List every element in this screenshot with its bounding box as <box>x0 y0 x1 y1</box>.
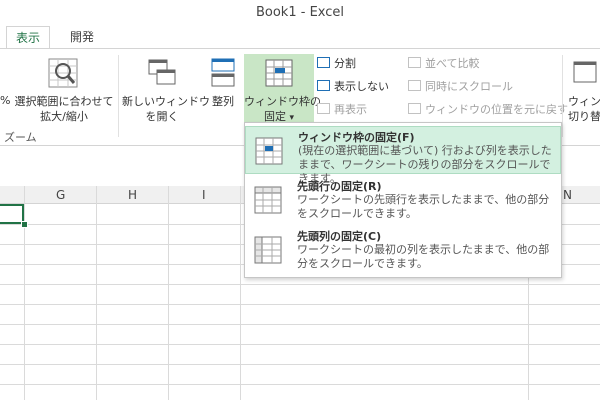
ribbon-separator <box>562 55 563 137</box>
row-divider <box>0 384 600 385</box>
row-divider <box>0 324 600 325</box>
ribbon-separator <box>118 55 119 137</box>
sync-scroll-icon <box>408 80 421 91</box>
column-divider <box>240 186 241 400</box>
row-divider <box>0 364 600 365</box>
ribbon-tabs: 表示 開発 <box>0 26 600 49</box>
freeze-panes-label-1: ウィンドウ枠の <box>244 95 321 108</box>
view-side-by-side-button[interactable]: 並べて比較 <box>408 55 480 73</box>
column-divider <box>96 186 97 400</box>
side-by-side-icon <box>408 57 421 68</box>
hide-label: 表示しない <box>334 80 389 93</box>
freeze-first-column-option-title: 先頭列の固定(C) <box>297 230 382 243</box>
reset-window-position-button[interactable]: ウィンドウの位置を元に戻す <box>408 101 568 119</box>
column-divider <box>24 186 25 400</box>
zoom-group-label: ズーム <box>4 131 37 144</box>
zoom-to-selection-label-1: 選択範囲に合わせて <box>14 95 114 108</box>
row-divider <box>0 284 600 285</box>
zoom-to-selection-label-2: 拡大/縮小 <box>40 110 88 123</box>
sync-scroll-label: 同時にスクロール <box>425 80 513 93</box>
reset-position-icon <box>408 103 421 114</box>
freeze-panes-icon <box>255 137 283 165</box>
freeze-top-row-option-desc: ワークシートの先頭行を表示したままで、他の部分をスクロールできます。 <box>297 193 550 220</box>
unhide-label: 再表示 <box>334 103 367 116</box>
zoom-to-selection-button[interactable]: 選択範囲に合わせて 拡大/縮小 <box>12 54 116 124</box>
column-header-i[interactable]: I <box>202 188 206 202</box>
freeze-panes-option[interactable]: ウィンドウ枠の固定(F) (現在の選択範囲に基づいて) 行および列を表示したまま… <box>245 126 561 185</box>
new-window-button[interactable]: 新しいウィンドウ を開く <box>122 54 210 124</box>
switch-windows-label-2: 切り替 <box>568 110 600 123</box>
split-icon <box>317 57 330 68</box>
row-divider <box>0 304 600 305</box>
hide-button[interactable]: 表示しない <box>317 78 389 96</box>
freeze-top-row-option[interactable]: 先頭行の固定(R) ワークシートの先頭行を表示したままで、他の部分をスクロールで… <box>245 176 561 224</box>
title-bar: Book1 - Excel <box>0 0 600 26</box>
column-header-h[interactable]: H <box>128 188 137 202</box>
freeze-panes-option-title: ウィンドウ枠の固定(F) <box>298 131 415 144</box>
split-label: 分割 <box>334 57 356 70</box>
freeze-panes-menu: ウィンドウ枠の固定(F) (現在の選択範囲に基づいて) 行および列を表示したまま… <box>244 122 562 278</box>
tab-developer[interactable]: 開発 <box>64 26 100 49</box>
arrange-all-icon <box>211 58 235 87</box>
new-window-label-2: を開く <box>145 110 179 123</box>
arrange-all-label: 整列 <box>212 95 234 108</box>
unhide-icon <box>317 103 330 114</box>
column-divider <box>168 186 169 400</box>
split-button[interactable]: 分割 <box>317 55 356 73</box>
freeze-first-column-icon <box>254 236 282 264</box>
column-header-n[interactable]: N <box>563 188 572 202</box>
freeze-top-row-icon <box>254 186 282 214</box>
view-side-by-side-label: 並べて比較 <box>425 57 480 70</box>
arrange-all-button[interactable]: 整列 <box>204 54 242 124</box>
freeze-panes-button[interactable]: ウィンドウ枠の 固定 ▾ <box>244 54 321 124</box>
switch-windows-icon <box>573 61 597 83</box>
new-window-icon <box>148 59 176 85</box>
freeze-top-row-option-title: 先頭行の固定(R) <box>297 180 382 193</box>
zoom-percent-label: % <box>0 94 11 107</box>
zoom-to-selection-icon <box>48 58 78 88</box>
fill-handle[interactable] <box>21 221 28 228</box>
window-title: Book1 - Excel <box>255 5 345 20</box>
freeze-panes-icon <box>265 59 293 87</box>
switch-windows-label-1: ウィン <box>568 95 600 108</box>
freeze-first-column-option[interactable]: 先頭列の固定(C) ワークシートの最初の列を表示したままで、他の部分をスクロール… <box>245 226 561 274</box>
unhide-button[interactable]: 再表示 <box>317 101 367 119</box>
new-window-label-1: 新しいウィンドウ <box>122 95 210 108</box>
switch-windows-button[interactable]: ウィン 切り替 <box>566 54 600 124</box>
sync-scroll-button[interactable]: 同時にスクロール <box>408 78 513 96</box>
reset-window-position-label: ウィンドウの位置を元に戻す <box>425 103 568 116</box>
hide-icon <box>317 80 330 91</box>
row-divider <box>0 344 600 345</box>
column-header-g[interactable]: G <box>56 188 65 202</box>
tab-view[interactable]: 表示 <box>6 26 50 49</box>
freeze-first-column-option-desc: ワークシートの最初の列を表示したままで、他の部分をスクロールできます。 <box>297 243 550 270</box>
